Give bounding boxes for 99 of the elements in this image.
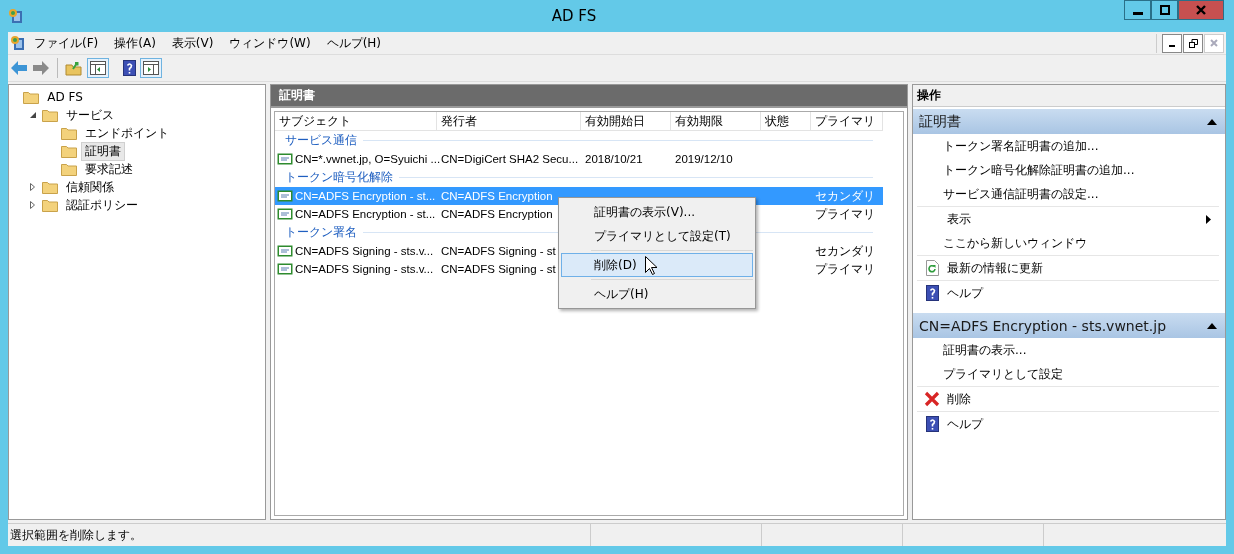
action-link[interactable]: 最新の情報に更新 [947,259,1043,277]
menu-item[interactable]: ファイル(F) [26,32,107,54]
menu-item[interactable]: 表示(V) [163,32,222,54]
pane-toggle-icon[interactable] [87,58,109,78]
pane-title: 操作 [913,85,1225,107]
tree-item[interactable]: 要求記述 [81,159,138,179]
action-link[interactable]: ヘルプ [947,415,983,433]
menu-item[interactable]: 証明書の表示(V)... [561,200,753,224]
table-cell: CN=ADFS Signing - st [441,245,556,257]
menu-item[interactable]: ヘルプ(H) [561,282,753,306]
help-icon [925,416,939,432]
action-link[interactable]: 表示 [947,210,971,228]
action-link[interactable]: プライマリとして設定 [943,365,1063,383]
tree-item[interactable]: 認証ポリシー [62,195,143,215]
menu-item[interactable]: ヘルプ(H) [318,32,390,54]
certificate-icon [277,208,293,220]
close-icon [1210,39,1218,47]
table-cell: プライマリ [815,208,875,220]
help-icon [123,60,136,76]
folder-icon [61,144,78,158]
pane-title: 証明書 [271,85,907,108]
restore-icon [1188,38,1198,48]
action-link[interactable]: サービス通信証明書の設定... [943,185,1099,203]
column-header[interactable]: プライマリ [811,112,883,131]
table-cell-text: CN=ADFS Encryption - st... [295,207,436,222]
action-link[interactable]: トークン暗号化解除証明書の追加... [943,161,1135,179]
table-cell: CN=DigiCert SHA2 Secu... [441,153,579,165]
group-header: トークン署名 [285,224,357,241]
forward-arrow-icon[interactable] [32,60,50,76]
table-cell-text: CN=ADFS Signing - sts.v... [295,244,434,259]
restore-button[interactable] [1183,33,1203,53]
section-title: CN=ADFS Encryption - sts.vwnet.jp [919,317,1167,334]
action-link[interactable]: ここから新しいウィンドウ [943,234,1087,252]
menu-item[interactable]: ウィンドウ(W) [221,32,319,54]
help-icon [925,285,939,301]
table-cell-text: CN=ADFS Signing - sts.v... [295,262,434,277]
collapse-icon[interactable] [1207,118,1217,125]
tree-item[interactable]: エンドポイント [81,123,174,143]
folder-icon [23,90,40,104]
certificate-icon [277,245,293,257]
section-title: 証明書 [919,112,961,131]
pane-toggle-icon[interactable] [140,58,162,78]
submenu-arrow-icon [1206,214,1211,224]
tree-item[interactable]: サービス [62,105,119,125]
action-link[interactable]: 証明書の表示... [943,341,1027,359]
tree-item[interactable]: AD FS [43,89,87,105]
menu-item[interactable]: 削除(D) [561,253,753,277]
certificate-icon [277,263,293,275]
close-button[interactable] [1178,0,1224,20]
action-link[interactable]: 削除 [947,390,971,408]
delete-icon [924,391,940,407]
certificate-icon [277,190,293,202]
app-icon [8,8,24,24]
table-cell: CN=ADFS Encryption [441,190,553,202]
app-icon [10,35,26,51]
mouse-cursor-icon [645,256,657,275]
folder-icon [42,198,59,212]
group-header: サービス通信 [285,132,357,149]
table-cell: CN=ADFS Signing - st [441,263,556,275]
table-cell: 2019/12/10 [675,153,733,165]
table-cell: プライマリ [815,263,875,275]
section-header[interactable]: CN=ADFS Encryption - sts.vwnet.jp [913,313,1225,338]
folder-icon [61,126,78,140]
minimize-button[interactable] [1162,33,1182,53]
certificate-icon [277,153,293,165]
action-link[interactable]: トークン署名証明書の追加... [943,137,1099,155]
menu-item[interactable]: 操作(A) [106,32,164,54]
action-link[interactable]: ヘルプ [947,284,983,302]
maximize-button[interactable] [1151,0,1178,20]
group-header: トークン暗号化解除 [285,169,393,186]
close-icon [1196,5,1206,15]
table-cell: セカンダリ [815,190,875,202]
column-header[interactable]: 発行者 [437,112,581,131]
column-header[interactable]: 状態 [761,112,811,131]
table-cell-text: CN=ADFS Encryption - st... [295,189,436,204]
collapse-icon[interactable] [1207,322,1217,329]
status-text: 選択範囲を削除します。 [8,524,591,546]
refresh-icon [925,260,939,276]
folder-up-icon[interactable] [65,60,83,76]
column-header[interactable]: 有効期限 [671,112,761,131]
table-cell-text: CN=*.vwnet.jp, O=Syuichi ... [295,152,441,167]
minimize-icon [1132,12,1143,15]
collapse-icon[interactable] [28,110,39,120]
table-cell: 2018/10/21 [585,153,643,165]
folder-icon [42,108,59,122]
table-cell: セカンダリ [815,245,875,257]
menu-item[interactable]: プライマリとして設定(T) [561,224,753,248]
maximize-icon [1159,5,1170,15]
section-header[interactable]: 証明書 [913,109,1225,134]
tree-item[interactable]: 証明書 [81,141,126,161]
minimize-button[interactable] [1124,0,1151,20]
folder-icon [42,180,59,194]
column-header[interactable]: 有効開始日 [581,112,671,131]
folder-icon [61,162,78,176]
column-header[interactable]: サブジェクト [275,112,437,131]
tree-item[interactable]: 信頼関係 [62,177,119,197]
table-cell: CN=ADFS Encryption [441,208,553,220]
window-title: AD FS [550,7,598,25]
back-arrow-icon[interactable] [10,60,28,76]
